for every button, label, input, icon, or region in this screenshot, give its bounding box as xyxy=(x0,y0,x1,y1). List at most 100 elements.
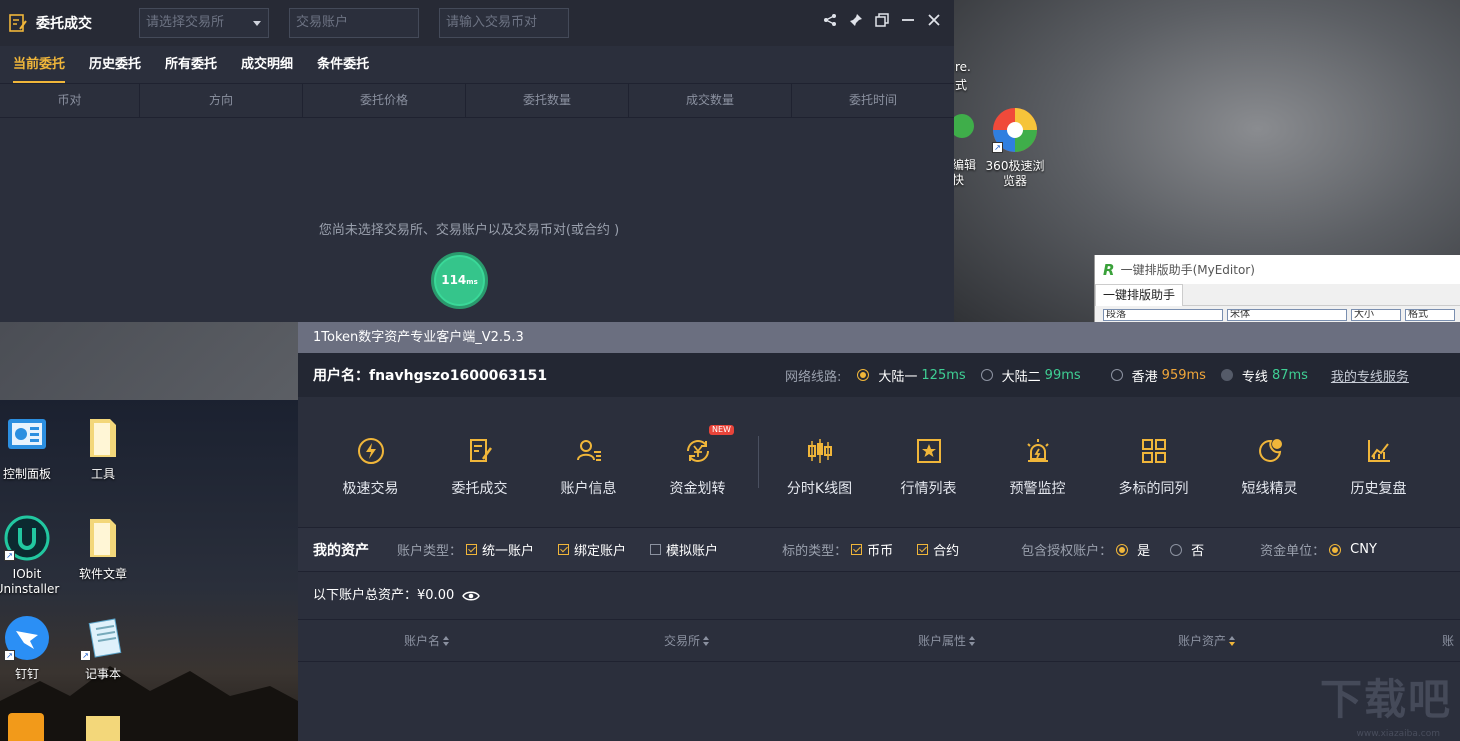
order-edit-icon xyxy=(9,14,27,32)
tab-history-orders[interactable]: 历史委托 xyxy=(89,46,141,83)
paragraph-select[interactable]: 段落 xyxy=(1103,309,1223,321)
total-assets-label: 以下账户总资产： xyxy=(313,587,418,603)
new-badge: NEW xyxy=(709,425,734,435)
font-select[interactable]: 宋体 xyxy=(1227,309,1347,321)
restore-icon[interactable] xyxy=(874,12,890,32)
shortcut-arrow-icon: ↗ xyxy=(4,550,15,561)
username-display: 用户名：fnavhgszo1600063151 xyxy=(313,365,785,385)
radio-auth-no[interactable]: 否 xyxy=(1170,540,1204,559)
checkbox-simulated-account[interactable]: 模拟账户 xyxy=(650,540,718,559)
radio-icon xyxy=(1110,369,1123,381)
tool-account-info[interactable]: 账户信息 xyxy=(534,436,643,498)
desktop-icon-360browser[interactable]: ↗ 360极速浏览器 xyxy=(980,107,1050,189)
tab-all-orders[interactable]: 所有委托 xyxy=(165,46,217,83)
account-type-label: 账户类型： xyxy=(397,544,463,559)
route-latency: 99ms xyxy=(1044,367,1081,383)
watermark-logo: 下载吧 xyxy=(1319,675,1452,724)
watermark-url: www.xiazaiba.com xyxy=(1356,729,1440,739)
column-label: 账户名 xyxy=(404,634,441,648)
user-bar: 用户名：fnavhgszo1600063151 网络线路: 大陆一 125ms 大… xyxy=(298,353,1460,397)
total-assets-value: ¥0.00 xyxy=(417,587,455,603)
column-header-account-attr[interactable]: 账户属性 xyxy=(918,632,1178,649)
route-name: 专线 xyxy=(1241,369,1268,385)
radio-selected-icon xyxy=(1329,543,1342,556)
column-header[interactable]: 委托时间 xyxy=(792,84,954,117)
tool-label: 分时K线图 xyxy=(786,481,853,497)
size-select[interactable]: 大小 xyxy=(1351,309,1401,321)
column-header[interactable]: 委托数量 xyxy=(466,84,629,117)
total-assets-row: 以下账户总资产： ¥0.00 xyxy=(298,572,1460,620)
tab-trade-details[interactable]: 成交明细 xyxy=(241,46,293,83)
tool-short-term-spirit[interactable]: 短线精灵 xyxy=(1215,436,1324,498)
yen-transfer-icon xyxy=(643,436,752,466)
column-header-exchange[interactable]: 交易所 xyxy=(664,632,918,649)
tab-current-orders[interactable]: 当前委托 xyxy=(13,46,66,83)
column-header[interactable]: 成交数量 xyxy=(629,84,792,117)
column-header-partial[interactable]: 账 xyxy=(1442,632,1460,649)
tool-history-review[interactable]: 历史复盘 xyxy=(1324,436,1433,498)
route-latency: 125ms xyxy=(921,367,966,383)
toolbar-divider xyxy=(758,436,759,488)
desktop-icon-control-panel[interactable]: 控制面板 xyxy=(0,415,62,482)
desktop-icon-dingtalk[interactable]: ↗ 钉钉 xyxy=(0,615,62,682)
route-option-dedicated[interactable]: 专线 87ms xyxy=(1220,366,1308,385)
main-window-title: 1Token数字资产专业客户端_V2.5.3 xyxy=(298,322,1460,353)
tool-order-trade[interactable]: 委托成交 xyxy=(425,436,534,498)
desktop-icon-iobit[interactable]: ↗ IObit Uninstaller xyxy=(0,515,62,597)
desktop-icon-label: 控制面板 xyxy=(2,467,51,481)
empty-state-message: 您尚未选择交易所、交易账户以及交易币对(或合约 ) xyxy=(318,223,620,238)
myeditor-titlebar: R 一键排版助手(MyEditor) xyxy=(1095,255,1460,284)
route-option-mainland-1[interactable]: 大陆一 125ms xyxy=(857,366,966,385)
tool-alert-monitor[interactable]: 预警监控 xyxy=(983,436,1092,498)
checkbox-spot[interactable]: 币币 xyxy=(851,540,893,559)
share-icon[interactable] xyxy=(822,12,838,32)
tool-label: 历史复盘 xyxy=(1350,481,1407,497)
radio-unit-cny[interactable]: CNY xyxy=(1329,542,1377,557)
desktop-icon-notepad[interactable]: ↗ 记事本 xyxy=(68,615,138,682)
currency-unit-label: 资金单位： xyxy=(1260,544,1326,559)
desktop-partial-folder-bottom xyxy=(86,716,120,741)
close-icon[interactable] xyxy=(926,12,942,32)
coin-input-placeholder: 请输入交易币对 xyxy=(446,15,538,30)
order-tabs: 当前委托 历史委托 所有委托 成交明细 条件委托 xyxy=(0,46,954,84)
column-header-account-assets[interactable]: 账户资产 xyxy=(1178,632,1442,649)
control-panel-icon xyxy=(4,415,50,461)
format-select[interactable]: 格式 xyxy=(1405,309,1455,321)
tool-fast-trade[interactable]: 极速交易 xyxy=(316,436,425,498)
tab-conditional-orders[interactable]: 条件委托 xyxy=(317,46,369,83)
desktop-icon-label: 软件文章 xyxy=(78,567,127,581)
coin-input[interactable]: 请输入交易币对 xyxy=(439,8,569,38)
tool-kline-chart[interactable]: 分时K线图 xyxy=(765,436,874,498)
column-header[interactable]: 币对 xyxy=(0,84,140,117)
route-latency: 87ms xyxy=(1271,367,1308,383)
dedicated-service-link[interactable]: 我的专线服务 xyxy=(1331,366,1409,385)
desktop-icon-articles[interactable]: 软件文章 xyxy=(68,515,138,582)
iobit-uninstaller-icon: ↗ xyxy=(4,515,50,561)
myeditor-tabs: 一键排版助手 xyxy=(1095,284,1460,306)
column-header-account-name[interactable]: 账户名 xyxy=(404,632,664,649)
checkbox-bound-account[interactable]: 绑定账户 xyxy=(558,540,626,559)
radio-auth-yes[interactable]: 是 xyxy=(1116,540,1150,559)
exchange-select[interactable]: 请选择交易所 xyxy=(139,8,269,38)
tool-market-list[interactable]: 行情列表 xyxy=(874,436,983,498)
checkbox-unified-account[interactable]: 统一账户 xyxy=(466,540,534,559)
column-header[interactable]: 方向 xyxy=(140,84,303,117)
eye-icon[interactable] xyxy=(462,590,481,602)
column-header[interactable]: 委托价格 xyxy=(303,84,466,117)
myeditor-tab[interactable]: 一键排版助手 xyxy=(1095,284,1184,306)
minimize-icon[interactable] xyxy=(900,12,916,32)
tool-multi-target[interactable]: 多标的同列 xyxy=(1092,436,1215,498)
radio-disabled-icon xyxy=(1220,369,1233,381)
tool-fund-transfer[interactable]: NEW 资金划转 xyxy=(643,425,752,498)
pin-icon[interactable] xyxy=(848,12,864,32)
accounts-table-header: 账户名 交易所 账户属性 账户资产 账 xyxy=(298,620,1460,662)
account-input[interactable]: 交易账户 xyxy=(289,8,419,38)
folder-icon xyxy=(80,415,126,461)
desktop-icon-label: IObit Uninstaller xyxy=(0,567,60,596)
checkbox-contract[interactable]: 合约 xyxy=(917,540,959,559)
desktop-icon-tools[interactable]: 工具 xyxy=(68,415,138,482)
radio-selected-icon xyxy=(857,369,870,381)
route-option-mainland-2[interactable]: 大陆二 99ms xyxy=(980,366,1081,385)
desktop-icon-label: 360极速浏览器 xyxy=(985,159,1045,188)
route-option-hongkong[interactable]: 香港 959ms xyxy=(1110,366,1206,385)
